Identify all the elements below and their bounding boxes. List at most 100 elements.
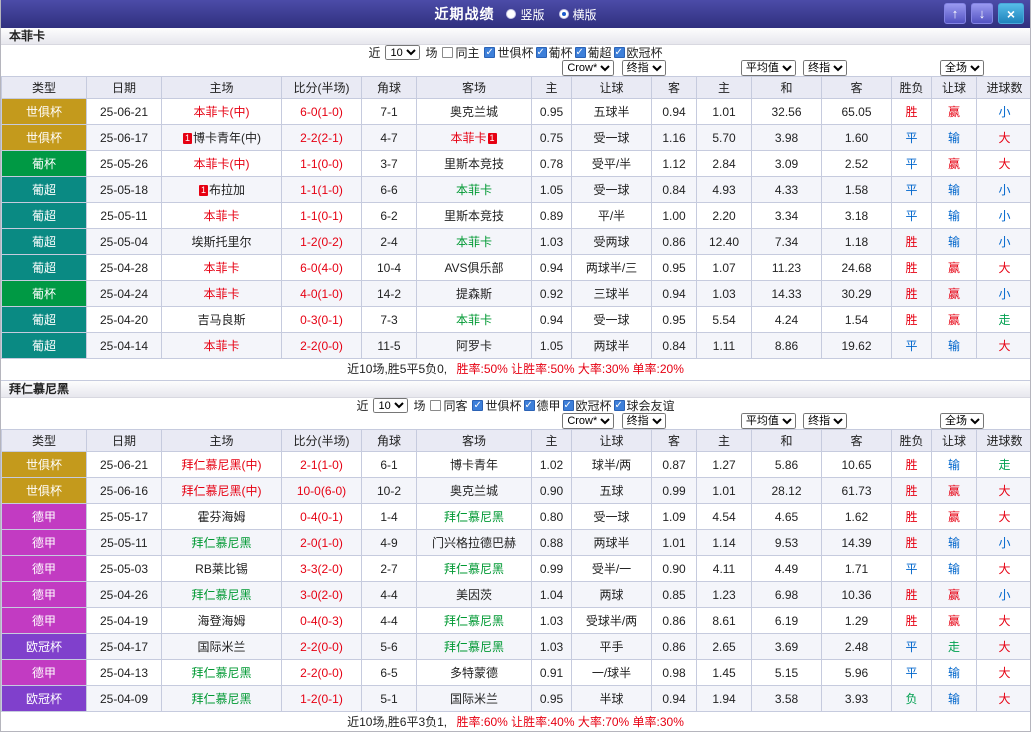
league-filter[interactable]: 球会友谊 [613, 397, 675, 414]
away-team-name[interactable]: 奥克兰城 [450, 484, 498, 498]
match-date: 25-05-11 [86, 529, 162, 556]
away-team-name[interactable]: 里斯本竞技 [444, 209, 504, 223]
home-team-name[interactable]: 拜仁慕尼黑(中) [182, 458, 262, 472]
score[interactable]: 1-2(0-2) [281, 228, 362, 255]
col-home: 主场 [161, 76, 282, 99]
radio-vertical-layout[interactable]: 竖版 [506, 6, 545, 23]
score[interactable]: 1-1(0-0) [281, 150, 362, 177]
away-team-name[interactable]: 拜仁慕尼黑 [444, 562, 504, 576]
home-team-name[interactable]: 拜仁慕尼黑 [191, 588, 251, 602]
away-team-name[interactable]: 博卡青年 [450, 458, 498, 472]
result-handicap: 赢 [931, 503, 977, 530]
match-date: 25-05-17 [86, 503, 162, 530]
close-button[interactable]: × [998, 3, 1024, 24]
score[interactable]: 0-3(0-1) [281, 306, 362, 333]
score[interactable]: 0-4(0-3) [281, 607, 362, 634]
away-team-name[interactable]: 本菲卡 [456, 235, 492, 249]
final-index-select-2[interactable]: 终指 [803, 413, 848, 429]
score[interactable]: 2-2(0-0) [281, 633, 362, 660]
recent-results-window: 近期战绩 竖版 横版 ↑ ↓ × 本菲卡 近 10 场 同主 ✓ 世俱杯 ✓ 葡… [0, 0, 1031, 732]
match-date: 25-04-20 [86, 306, 162, 333]
home-team-name[interactable]: 本菲卡 [203, 287, 239, 301]
league-filter[interactable]: 葡杯 [535, 44, 573, 61]
home-team-name[interactable]: 拜仁慕尼黑 [191, 536, 251, 550]
away-team-name[interactable]: 奥克兰城 [450, 105, 498, 119]
home-team-name[interactable]: 本菲卡 [203, 261, 239, 275]
final-index-select[interactable]: 终指 [621, 60, 666, 76]
score[interactable]: 1-1(0-1) [281, 202, 362, 229]
home-team-name[interactable]: 拜仁慕尼黑(中) [182, 484, 262, 498]
eu-away-odds: 10.36 [821, 581, 892, 608]
home-team-name[interactable]: 拜仁慕尼黑 [191, 692, 251, 706]
home-team-name[interactable]: 布拉加 [209, 183, 245, 197]
away-team-name[interactable]: 阿罗卡 [456, 339, 492, 353]
same-venue-filter[interactable]: 同主 [442, 44, 479, 61]
score[interactable]: 2-1(1-0) [281, 451, 362, 478]
league-filter[interactable]: 欧冠杯 [613, 44, 663, 61]
bookmaker-select[interactable]: Crow* [562, 60, 615, 76]
score[interactable]: 2-0(1-0) [281, 529, 362, 556]
away-team-name[interactable]: 拜仁慕尼黑 [444, 640, 504, 654]
league-filter[interactable]: 葡超 [574, 44, 612, 61]
home-team-name[interactable]: 埃斯托里尔 [191, 235, 251, 249]
league-filter[interactable]: 欧冠杯 [562, 397, 612, 414]
average-select[interactable]: 平均值 [740, 60, 796, 76]
score[interactable]: 3-0(2-0) [281, 581, 362, 608]
fulltime-select[interactable]: 全场 [940, 60, 984, 76]
score[interactable]: 2-2(0-0) [281, 332, 362, 359]
home-team-name[interactable]: 霍芬海姆 [197, 510, 245, 524]
home-team-name[interactable]: 国际米兰 [197, 640, 245, 654]
away-team-name[interactable]: 拜仁慕尼黑 [444, 510, 504, 524]
home-team-name[interactable]: RB莱比锡 [195, 562, 248, 576]
away-team-name[interactable]: 本菲卡 [456, 183, 492, 197]
radio-horizontal-layout[interactable]: 横版 [558, 6, 597, 23]
away-team-name[interactable]: 本菲卡 [456, 313, 492, 327]
scroll-up-button[interactable]: ↑ [944, 3, 966, 24]
score[interactable]: 3-3(2-0) [281, 555, 362, 582]
away-team-name[interactable]: AVS俱乐部 [444, 261, 503, 275]
final-index-select[interactable]: 终指 [621, 413, 666, 429]
home-team-name[interactable]: 本菲卡 [203, 209, 239, 223]
away-team-name[interactable]: 国际米兰 [450, 692, 498, 706]
away-team-name[interactable]: 门兴格拉德巴赫 [432, 536, 516, 550]
score[interactable]: 6-0(1-0) [281, 98, 362, 125]
home-team-name[interactable]: 海登海姆 [197, 614, 245, 628]
home-team-name[interactable]: 本菲卡 [203, 339, 239, 353]
score[interactable]: 2-2(2-1) [281, 124, 362, 151]
eu-draw-odds: 8.86 [751, 332, 822, 359]
fulltime-select[interactable]: 全场 [940, 413, 984, 429]
competition-type-badge: 世俱杯 [1, 124, 87, 151]
result-handicap: 赢 [931, 607, 977, 634]
away-team-name[interactable]: 多特蒙德 [450, 666, 498, 680]
away-team-name[interactable]: 提森斯 [456, 287, 492, 301]
home-team-name[interactable]: 本菲卡(中) [194, 105, 250, 119]
match-count-select[interactable]: 10 [385, 45, 421, 60]
home-team-name[interactable]: 拜仁慕尼黑 [191, 666, 251, 680]
league-filter[interactable]: 世俱杯 [484, 44, 534, 61]
home-team-name[interactable]: 博卡青年(中) [193, 131, 261, 145]
eu-draw-odds: 28.12 [751, 477, 822, 504]
league-filter[interactable]: 德甲 [523, 397, 561, 414]
score[interactable]: 4-0(1-0) [281, 280, 362, 307]
result-handicap: 赢 [931, 150, 977, 177]
away-team-name[interactable]: 美因茨 [456, 588, 492, 602]
average-select[interactable]: 平均值 [740, 413, 796, 429]
away-team-name[interactable]: 里斯本竞技 [444, 157, 504, 171]
score[interactable]: 1-2(0-1) [281, 685, 362, 712]
eu-away-odds: 19.62 [821, 332, 892, 359]
score[interactable]: 10-0(6-0) [281, 477, 362, 504]
score[interactable]: 6-0(4-0) [281, 254, 362, 281]
same-venue-filter[interactable]: 同客 [430, 397, 467, 414]
score[interactable]: 0-4(0-1) [281, 503, 362, 530]
bookmaker-select[interactable]: Crow* [562, 413, 615, 429]
final-index-select-2[interactable]: 终指 [803, 60, 848, 76]
score[interactable]: 1-1(1-0) [281, 176, 362, 203]
league-filter[interactable]: 世俱杯 [472, 397, 522, 414]
away-team-name[interactable]: 本菲卡 [450, 131, 486, 145]
home-team-name[interactable]: 本菲卡(中) [194, 157, 250, 171]
scroll-down-button[interactable]: ↓ [971, 3, 993, 24]
match-count-select[interactable]: 10 [373, 398, 409, 413]
score[interactable]: 2-2(0-0) [281, 659, 362, 686]
away-team-name[interactable]: 拜仁慕尼黑 [444, 614, 504, 628]
home-team-name[interactable]: 吉马良斯 [197, 313, 245, 327]
